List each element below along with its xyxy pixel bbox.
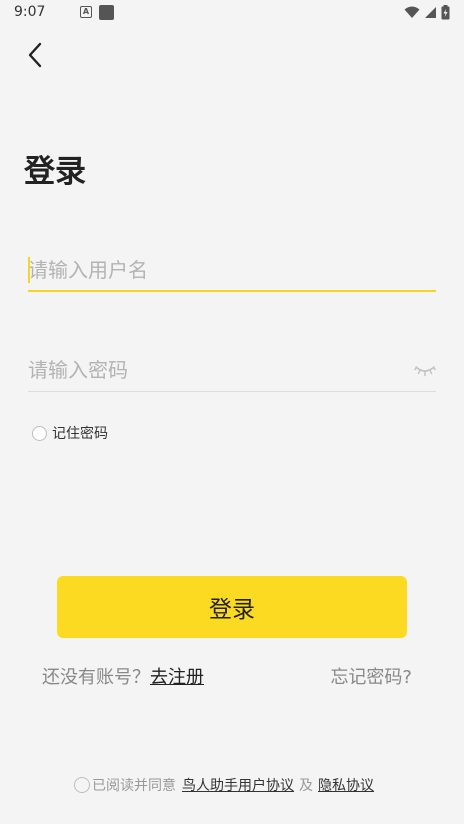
text-cursor [28, 257, 30, 283]
password-field[interactable] [28, 352, 436, 392]
eye-closed-icon[interactable] [414, 362, 436, 378]
status-icons [404, 5, 450, 20]
status-time: 9:07 [14, 4, 46, 20]
register-prompt: 还没有账号？ [42, 667, 150, 688]
remember-password-checkbox[interactable]: 记住密码 [32, 423, 108, 443]
password-input[interactable] [28, 352, 436, 388]
privacy-policy-link[interactable]: 隐私协议 [318, 775, 374, 795]
wifi-icon [404, 6, 420, 18]
remember-radio-icon[interactable] [32, 425, 47, 441]
username-field[interactable] [28, 252, 436, 292]
notification-square-icon [99, 5, 114, 20]
username-input[interactable] [28, 252, 436, 288]
battery-icon [441, 5, 450, 20]
chevron-left-icon [28, 42, 42, 68]
forgot-password-link[interactable]: 忘记密码? [330, 663, 412, 689]
notification-a-icon: A [80, 6, 92, 18]
password-underline [28, 391, 436, 392]
register-line: 还没有账号？去注册 [42, 663, 204, 689]
cell-signal-icon [425, 7, 436, 18]
page-title: 登录 [24, 154, 86, 190]
back-button[interactable] [18, 38, 52, 72]
status-bar: 9:07 A [0, 0, 464, 26]
register-link[interactable]: 去注册 [150, 667, 204, 688]
agreement-prefix: 已阅读并同意 [92, 778, 176, 794]
agreement-and: 及 [299, 778, 313, 794]
user-agreement-link[interactable]: 鸟人助手用户协议 [182, 775, 294, 795]
agreement-line: 已阅读并同意 鸟人助手用户协议 及 隐私协议 [74, 775, 374, 795]
username-underline [28, 290, 436, 292]
remember-password-label: 记住密码 [52, 426, 108, 442]
login-button[interactable]: 登录 [57, 576, 407, 638]
agreement-radio-icon[interactable] [74, 777, 90, 793]
